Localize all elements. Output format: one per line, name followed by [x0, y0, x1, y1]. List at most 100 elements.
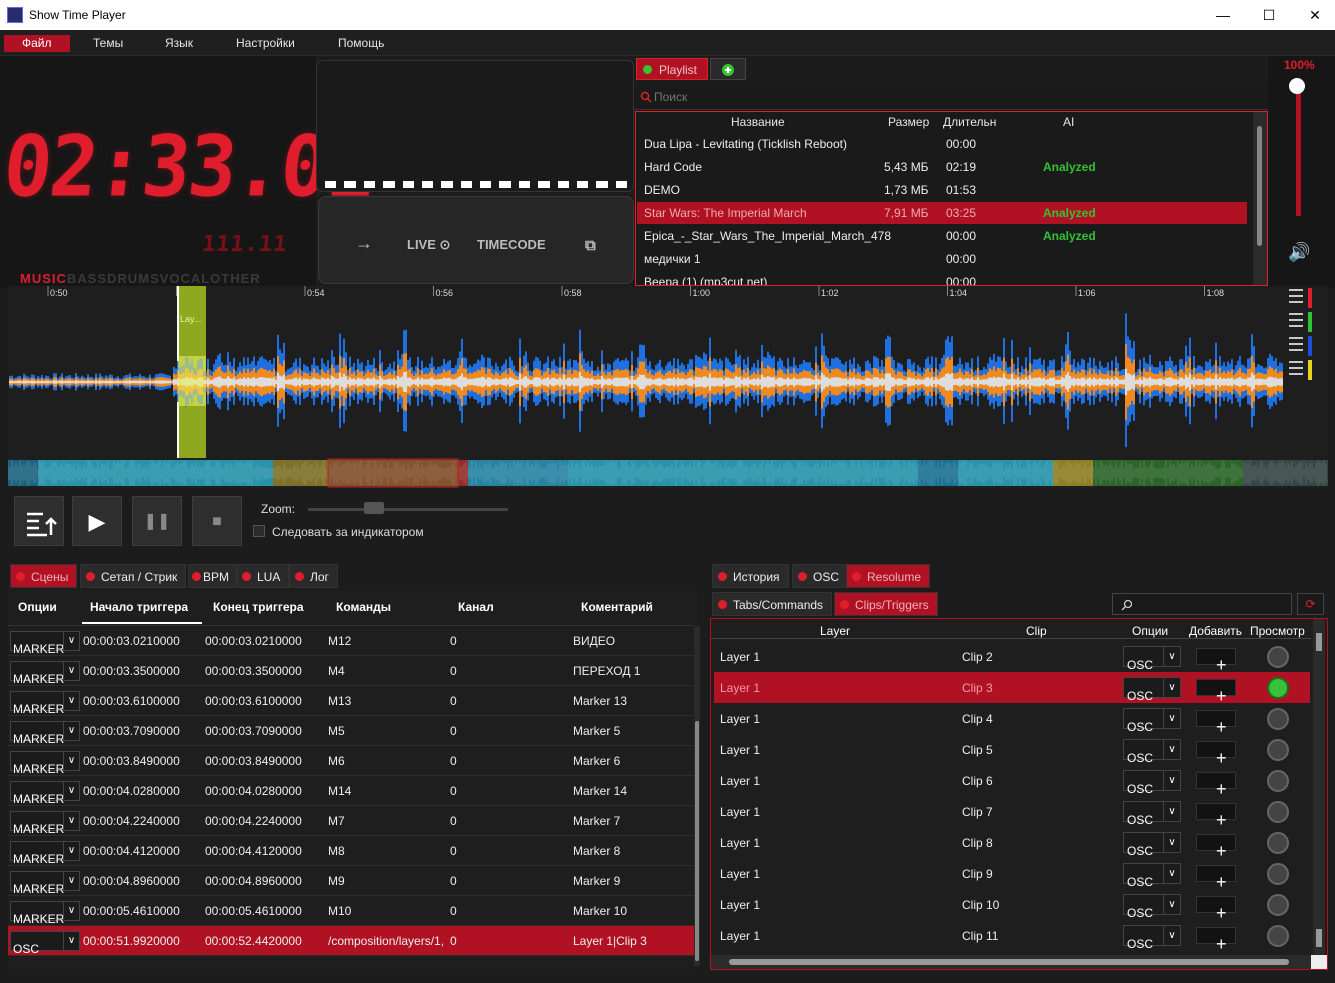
- trigger-option-select[interactable]: MARKER ∨: [10, 691, 80, 716]
- clip-row[interactable]: Layer 1 Clip 8 OSC ∨ +: [714, 827, 1310, 860]
- col-duration[interactable]: Длительн: [943, 115, 996, 131]
- add-clip-button[interactable]: +: [1196, 710, 1236, 736]
- volume-knob[interactable]: [1289, 78, 1305, 94]
- zoom-knob[interactable]: [364, 502, 384, 514]
- preview-indicator-icon[interactable]: [1267, 832, 1289, 854]
- tab-lua[interactable]: LUA: [236, 564, 290, 588]
- col-trigger-start[interactable]: Начало триггера: [90, 600, 188, 614]
- trigger-option-select[interactable]: MARKER ∨: [10, 901, 80, 926]
- tab-setlist[interactable]: Сетап / Стрик: [80, 564, 187, 588]
- trigger-row[interactable]: MARKER ∨ 00:00:03.8490000 00:00:03.8490000 M…: [8, 746, 694, 776]
- trigger-row[interactable]: MARKER ∨ 00:00:04.0280000 00:00:04.0280000 M…: [8, 776, 694, 806]
- preview-indicator-icon[interactable]: [1267, 925, 1289, 947]
- tab-history[interactable]: История: [712, 564, 789, 588]
- add-clip-button[interactable]: +: [1196, 772, 1236, 798]
- clips-hscrollbar[interactable]: [711, 955, 1313, 969]
- clip-row[interactable]: Layer 1 Clip 9 OSC ∨ +: [714, 858, 1310, 891]
- scroll-thumb[interactable]: [1316, 633, 1322, 651]
- clip-row[interactable]: Layer 1 Clip 3 OSC ∨ +: [714, 672, 1310, 705]
- trigger-row[interactable]: MARKER ∨ 00:00:03.6100000 00:00:03.6100000 M…: [8, 686, 694, 716]
- hscroll-thumb[interactable]: [729, 959, 1289, 965]
- col-name[interactable]: Название: [731, 115, 785, 131]
- scroll-thumb-bottom[interactable]: [1316, 929, 1322, 947]
- clip-option-select[interactable]: OSC ∨: [1123, 925, 1181, 951]
- clip-option-select[interactable]: OSC ∨: [1123, 801, 1181, 827]
- scroll-thumb[interactable]: [695, 721, 699, 961]
- add-playlist-button[interactable]: [710, 58, 746, 80]
- trigger-option-select[interactable]: MARKER ∨: [10, 661, 80, 686]
- menu-settings[interactable]: Настройки: [222, 35, 309, 52]
- preview-indicator-icon[interactable]: [1267, 646, 1289, 668]
- add-clip-button[interactable]: +: [1196, 741, 1236, 767]
- playlist-scrollbar[interactable]: [1253, 112, 1267, 285]
- clip-row[interactable]: Layer 1 Clip 10 OSC ∨ +: [714, 889, 1310, 922]
- menu-file[interactable]: Файл: [4, 35, 70, 52]
- add-clip-button[interactable]: +: [1196, 803, 1236, 829]
- col-comment[interactable]: Коментарий: [581, 600, 653, 614]
- triggers-scrollbar[interactable]: [694, 626, 700, 966]
- clip-option-select[interactable]: OSC ∨: [1123, 770, 1181, 796]
- zoom-slider[interactable]: [308, 508, 508, 511]
- tab-bpm[interactable]: BPM: [188, 564, 239, 588]
- playlist-search-input[interactable]: [654, 87, 1254, 107]
- playlist-row[interactable]: Star Wars: The Imperial March 7,91 МБ 03:2…: [637, 202, 1247, 224]
- clip-option-select[interactable]: OSC ∨: [1123, 832, 1181, 858]
- preview-indicator-icon[interactable]: [1267, 801, 1289, 823]
- preview-indicator-icon[interactable]: [1267, 770, 1289, 792]
- col-commands[interactable]: Команды: [336, 600, 391, 614]
- maximize-button[interactable]: ☐: [1246, 0, 1292, 30]
- tab-tabs-commands[interactable]: Tabs/Commands: [712, 592, 833, 616]
- menu-help[interactable]: Помощь: [324, 35, 398, 52]
- trigger-option-select[interactable]: MARKER ∨: [10, 781, 80, 806]
- col-preview[interactable]: Просмотр: [1250, 624, 1305, 638]
- minimize-button[interactable]: —: [1200, 0, 1246, 30]
- windows-icon[interactable]: ⧉: [585, 237, 596, 254]
- trigger-option-select[interactable]: MARKER ∨: [10, 811, 80, 836]
- clips-vscrollbar[interactable]: [1313, 619, 1325, 955]
- clip-option-select[interactable]: OSC ∨: [1123, 677, 1181, 703]
- col-layer[interactable]: Layer: [820, 624, 850, 638]
- tab-resolume[interactable]: Resolume: [846, 564, 931, 588]
- trigger-row[interactable]: MARKER ∨ 00:00:04.4120000 00:00:04.4120000 M…: [8, 836, 694, 866]
- clip-option-select[interactable]: OSC ∨: [1123, 863, 1181, 889]
- preview-indicator-icon[interactable]: [1267, 863, 1289, 885]
- trigger-row[interactable]: OSC ∨ 00:00:51.9920000 00:00:52.4420000/com…: [8, 926, 694, 956]
- preview-indicator-icon[interactable]: [1267, 894, 1289, 916]
- playlist-row[interactable]: Beepa (1) (mp3cut.net) 00:00: [637, 271, 1247, 285]
- clip-row[interactable]: Layer 1 Clip 5 OSC ∨ +: [714, 734, 1310, 767]
- col-trigger-end[interactable]: Конец триггера: [213, 600, 304, 614]
- add-clip-button[interactable]: +: [1196, 896, 1236, 922]
- clips-search-input[interactable]: [1112, 593, 1292, 615]
- playlist-row[interactable]: Epica_-_Star_Wars_The_Imperial_March_478…: [637, 225, 1247, 247]
- tab-osc[interactable]: OSC: [792, 564, 849, 588]
- preview-indicator-icon[interactable]: [1267, 708, 1289, 730]
- clip-option-select[interactable]: OSC ∨: [1123, 739, 1181, 765]
- trigger-row[interactable]: MARKER ∨ 00:00:04.8960000 00:00:04.8960000 M…: [8, 866, 694, 896]
- trigger-option-select[interactable]: MARKER ∨: [10, 841, 80, 866]
- clip-row[interactable]: Layer 1 Clip 2 OSC ∨ +: [714, 641, 1310, 674]
- preview-indicator-icon[interactable]: [1267, 739, 1289, 761]
- trigger-option-select[interactable]: MARKER ∨: [10, 721, 80, 746]
- tab-scenes[interactable]: Сцены: [10, 564, 78, 588]
- band-music-label[interactable]: MUSIC: [20, 271, 67, 286]
- add-clip-button[interactable]: +: [1196, 834, 1236, 860]
- preview-indicator-icon[interactable]: [1267, 677, 1289, 699]
- menu-language[interactable]: Язык: [151, 35, 207, 52]
- col-size[interactable]: Размер: [888, 115, 929, 131]
- follow-checkbox[interactable]: [253, 525, 265, 537]
- waveform-view[interactable]: 0:500:520:540:560:581:001:021:041:061:08…: [8, 286, 1328, 458]
- trigger-option-select[interactable]: OSC ∨: [10, 931, 80, 956]
- add-clip-button[interactable]: +: [1196, 927, 1236, 953]
- trigger-row[interactable]: MARKER ∨ 00:00:04.2240000 00:00:04.2240000 M…: [8, 806, 694, 836]
- clip-option-select[interactable]: OSC ∨: [1123, 708, 1181, 734]
- refresh-button[interactable]: ⟳: [1297, 593, 1324, 615]
- clip-row[interactable]: Layer 1 Clip 4 OSC ∨ +: [714, 703, 1310, 736]
- play-button[interactable]: ▶: [72, 496, 122, 546]
- tab-clips-triggers[interactable]: Clips/Triggers: [834, 592, 938, 616]
- clip-option-select[interactable]: OSC ∨: [1123, 646, 1181, 672]
- scroll-thumb[interactable]: [1257, 126, 1262, 246]
- trigger-row[interactable]: MARKER ∨ 00:00:03.7090000 00:00:03.7090000 M…: [8, 716, 694, 746]
- trigger-option-select[interactable]: MARKER ∨: [10, 631, 80, 656]
- col-add[interactable]: Добавить: [1189, 624, 1242, 638]
- col-clip[interactable]: Clip: [1026, 624, 1047, 638]
